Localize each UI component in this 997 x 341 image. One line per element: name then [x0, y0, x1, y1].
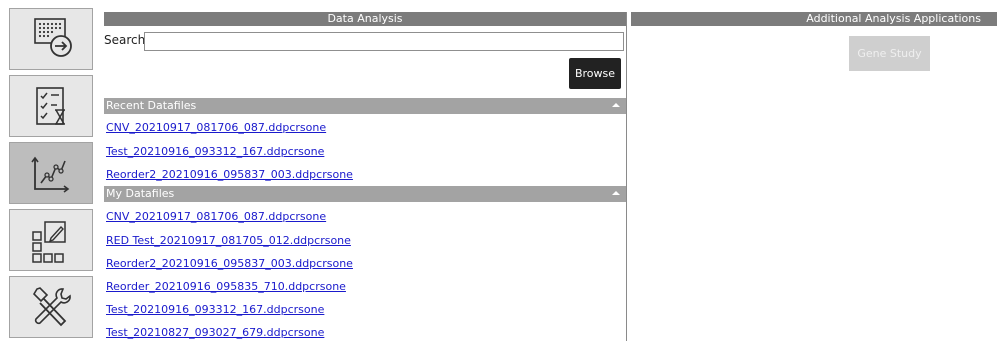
panel-divider: [626, 12, 627, 341]
my-datafiles-header[interactable]: My Datafiles: [104, 186, 626, 202]
nav-item-tools[interactable]: [9, 276, 93, 338]
recent-file-link[interactable]: Test_20210916_093312_167.ddpcrsone: [106, 145, 324, 158]
search-input[interactable]: [144, 32, 624, 51]
my-file-link[interactable]: Test_20210916_093312_167.ddpcrsone: [106, 303, 324, 316]
nav-item-analysis[interactable]: [9, 142, 93, 204]
nav-rail: [0, 0, 96, 341]
my-datafiles-title: My Datafiles: [106, 187, 175, 200]
data-analysis-header: Data Analysis: [104, 12, 626, 26]
my-file-link[interactable]: RED Test_20210917_081705_012.ddpcrsone: [106, 234, 351, 247]
search-label: Search: [104, 33, 146, 47]
app-window: Data Analysis Search Browse Recent Dataf…: [0, 0, 997, 341]
additional-apps-header: Additional Analysis Applications: [631, 12, 997, 26]
recent-datafiles-title: Recent Datafiles: [106, 99, 197, 112]
browse-button[interactable]: Browse: [569, 58, 621, 89]
gene-study-button[interactable]: Gene Study: [849, 36, 930, 71]
my-file-link[interactable]: Reorder_20210916_095835_710.ddpcrsone: [106, 280, 346, 293]
plate-export-icon: [34, 18, 72, 57]
tools-icon: [32, 287, 71, 327]
checklist-hourglass-icon: [36, 87, 65, 125]
nav-item-checklist[interactable]: [9, 75, 93, 137]
collapse-caret-icon[interactable]: [612, 103, 620, 107]
line-chart-icon: [31, 156, 70, 193]
recent-file-link[interactable]: Reorder2_20210916_095837_003.ddpcrsone: [106, 168, 353, 181]
collapse-caret-icon[interactable]: [612, 191, 620, 195]
recent-file-link[interactable]: CNV_20210917_081706_087.ddpcrsone: [106, 121, 326, 134]
my-file-link[interactable]: CNV_20210917_081706_087.ddpcrsone: [106, 210, 326, 223]
my-file-link[interactable]: Test_20210827_093027_679.ddpcrsone: [106, 326, 324, 339]
my-file-link[interactable]: Reorder2_20210916_095837_003.ddpcrsone: [106, 257, 353, 270]
layout-edit-icon: [32, 221, 66, 263]
nav-item-plate-export[interactable]: [9, 8, 93, 70]
recent-datafiles-header[interactable]: Recent Datafiles: [104, 98, 626, 114]
nav-item-layout[interactable]: [9, 209, 93, 271]
